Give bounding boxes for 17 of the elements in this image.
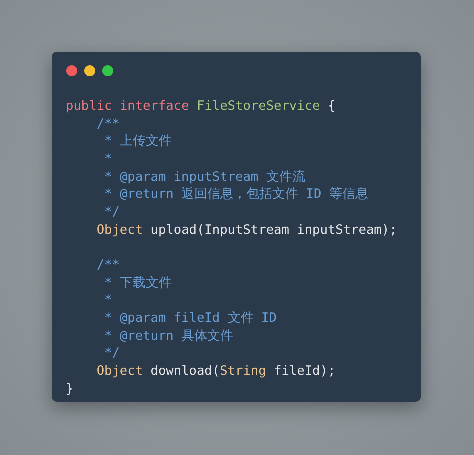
window-buttons-icon: [66, 65, 114, 77]
code-line: *: [104, 292, 112, 310]
code-line: * @param fileId 文件 ID: [104, 310, 277, 328]
code-line: * @param inputStream 文件流: [104, 168, 306, 186]
code-line: /**: [96, 116, 120, 134]
code-line: * 上传文件: [104, 133, 172, 151]
code-line: * @return 具体文件: [104, 328, 234, 346]
code-line: }: [66, 380, 74, 398]
code-line: *: [104, 150, 112, 169]
code-line: */: [104, 204, 120, 222]
code-line: /**: [96, 256, 120, 275]
code-line: Object download(String fileId);: [96, 362, 336, 380]
code-line: * 下载文件: [104, 274, 172, 292]
code-line: public interface FileStoreService {: [66, 98, 336, 116]
code-line: * @return 返回信息，包括文件 ID 等信息: [104, 186, 368, 204]
code-line: Object upload(InputStream inputStream);: [96, 222, 398, 240]
code-line: */: [104, 345, 120, 363]
